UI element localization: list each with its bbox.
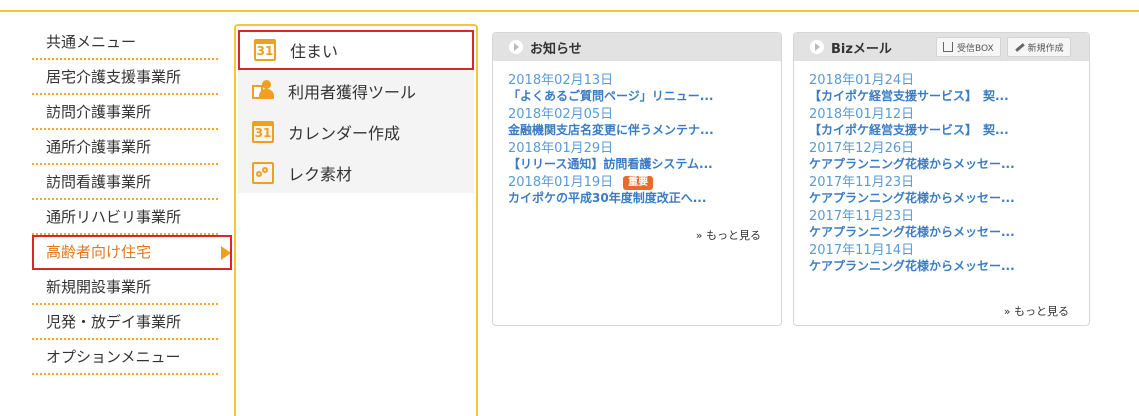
compose-button[interactable]: 新規作成 [1006,37,1071,57]
left-menu-item-label: 居宅介護支援事業所 [46,68,182,86]
mail-title-link[interactable]: 【カイポケ経営支援サービス】 契... [809,123,1089,138]
left-menu-item-home-nursing[interactable]: 訪問看護事業所 [32,165,218,200]
inbox-icon [942,42,953,52]
left-menu-item-day-rehab[interactable]: 通所リハビリ事業所 [32,200,218,235]
news-title-link[interactable]: 【リリース通知】訪問看護システム... [508,157,781,172]
biz-mail-box: Bizメール 受信BOX 新規作成 2018年01月24日 【カイポケ経営支援サ… [793,32,1090,326]
calendar-icon: 31 [254,39,276,61]
news-date: 2018年01月29日 [508,141,614,156]
list-item[interactable]: 2018年01月24日 【カイポケ経営支援サービス】 契... [809,73,1089,104]
mail-title-link[interactable]: ケアプランニング花様からメッセー... [809,259,1089,274]
news-date: 2018年02月05日 [508,107,614,122]
biz-mail-title: Bizメール [831,41,892,57]
left-menu-item-day-care[interactable]: 通所介護事業所 [32,130,218,165]
left-menu-item-label: 訪問介護事業所 [46,103,152,121]
mail-date: 2017年11月14日 [809,243,915,258]
mail-date: 2017年11月23日 [809,175,915,190]
mail-date: 2017年11月23日 [809,209,915,224]
inbox-button-label: 受信BOX [956,43,994,54]
list-item[interactable]: 2017年12月26日 ケアプランニング花様からメッセー... [809,141,1089,172]
user-board-icon [252,79,274,102]
left-menu-item-senior-housing[interactable]: 高齢者向け住宅 [32,235,232,270]
news-list: 2018年02月13日 「よくあるご質問ページ」リニュー... 2018年02月… [493,61,781,206]
sub-menu-item-housing[interactable]: 31 住まい [238,30,474,70]
list-item[interactable]: 2017年11月23日 ケアプランニング花様からメッセー... [809,209,1089,240]
left-menu-item-label: 新規開設事業所 [46,278,152,296]
compose-button-label: 新規作成 [1027,43,1064,54]
biz-mail-header: Bizメール 受信BOX 新規作成 [794,33,1089,61]
list-item[interactable]: 2018年01月19日 重要 カイポケの平成30年度制度改正へ... [508,175,781,206]
pen-icon [1014,42,1024,52]
circle-arrow-icon [509,40,523,54]
list-item[interactable]: 2018年01月12日 【カイポケ経営支援サービス】 契... [809,107,1089,138]
left-menu-item-label: オプションメニュー [46,348,181,366]
list-item[interactable]: 2018年01月29日 【リリース通知】訪問看護システム... [508,141,781,172]
news-title: お知らせ [530,41,582,57]
news-header: お知らせ [493,33,781,61]
mail-title-link[interactable]: ケアプランニング花様からメッセー... [809,191,1089,206]
news-title-link[interactable]: 「よくあるご質問ページ」リニュー... [508,89,781,104]
important-badge: 重要 [623,176,654,190]
sub-menu-item-recreation[interactable]: レク素材 [238,152,474,193]
mail-date: 2017年12月26日 [809,141,915,156]
left-menu-item-home-help[interactable]: 訪問介護事業所 [32,95,218,130]
active-arrow-icon [221,246,230,260]
left-menu-item-label: 訪問看護事業所 [46,173,152,191]
left-menu-item-child-dev[interactable]: 児発・放デイ事業所 [32,305,218,340]
left-menu: 共通メニュー 居宅介護支援事業所 訪問介護事業所 通所介護事業所 訪問看護事業所… [32,25,232,375]
news-title-link[interactable]: 金融機関支店名変更に伴うメンテナ... [508,123,781,138]
mail-title-link[interactable]: ケアプランニング花様からメッセー... [809,225,1089,240]
biz-mail-more-link[interactable]: » もっと見る [1004,303,1069,319]
list-item[interactable]: 2017年11月23日 ケアプランニング花様からメッセー... [809,175,1089,206]
left-menu-item-label: 通所介護事業所 [46,138,152,156]
list-item[interactable]: 2017年11月14日 ケアプランニング花様からメッセー... [809,243,1089,274]
left-menu-item-options[interactable]: オプションメニュー [32,340,218,375]
list-item[interactable]: 2018年02月13日 「よくあるご質問ページ」リニュー... [508,73,781,104]
news-date: 2018年01月19日 重要 [508,175,781,191]
left-menu-item-label: 児発・放デイ事業所 [46,313,182,331]
sub-menu-item-label: 住まい [290,42,339,61]
news-title-link[interactable]: カイポケの平成30年度制度改正へ... [508,191,781,206]
left-menu-item-label: 通所リハビリ事業所 [46,208,182,226]
left-menu-item-label: 高齢者向け住宅 [46,243,152,261]
mail-date: 2018年01月24日 [809,73,915,88]
left-menu-item-new-office[interactable]: 新規開設事業所 [32,270,218,305]
recreation-icon [252,161,274,184]
sub-menu-item-calendar[interactable]: 31 カレンダー作成 [238,111,474,152]
circle-arrow-icon [810,40,824,54]
sub-menu-panel: 31 住まい 利用者獲得ツール 31 カレンダー作成 レク素材 [234,24,478,416]
sub-menu-item-label: 利用者獲得ツール [288,82,417,102]
mail-date: 2018年01月12日 [809,107,915,122]
mail-title-link[interactable]: 【カイポケ経営支援サービス】 契... [809,89,1089,104]
sub-menu-item-user-acquisition[interactable]: 利用者獲得ツール [238,70,474,111]
calendar-icon: 31 [252,120,274,143]
list-item[interactable]: 2018年02月05日 金融機関支店名変更に伴うメンテナ... [508,107,781,138]
left-menu-item-home-care-support[interactable]: 居宅介護支援事業所 [32,60,218,95]
left-menu-item-label: 共通メニュー [46,33,137,51]
news-more-link[interactable]: » もっと見る [696,227,761,243]
sub-menu-item-label: レク素材 [288,164,353,184]
left-menu-item-common[interactable]: 共通メニュー [32,25,218,60]
news-date: 2018年02月13日 [508,73,614,88]
sub-menu-item-label: カレンダー作成 [288,123,401,143]
inbox-button[interactable]: 受信BOX [935,37,1001,57]
mail-title-link[interactable]: ケアプランニング花様からメッセー... [809,157,1089,172]
top-accent-line [0,10,1139,12]
news-box: お知らせ 2018年02月13日 「よくあるご質問ページ」リニュー... 201… [492,32,782,326]
biz-mail-list: 2018年01月24日 【カイポケ経営支援サービス】 契... 2018年01月… [794,61,1089,274]
